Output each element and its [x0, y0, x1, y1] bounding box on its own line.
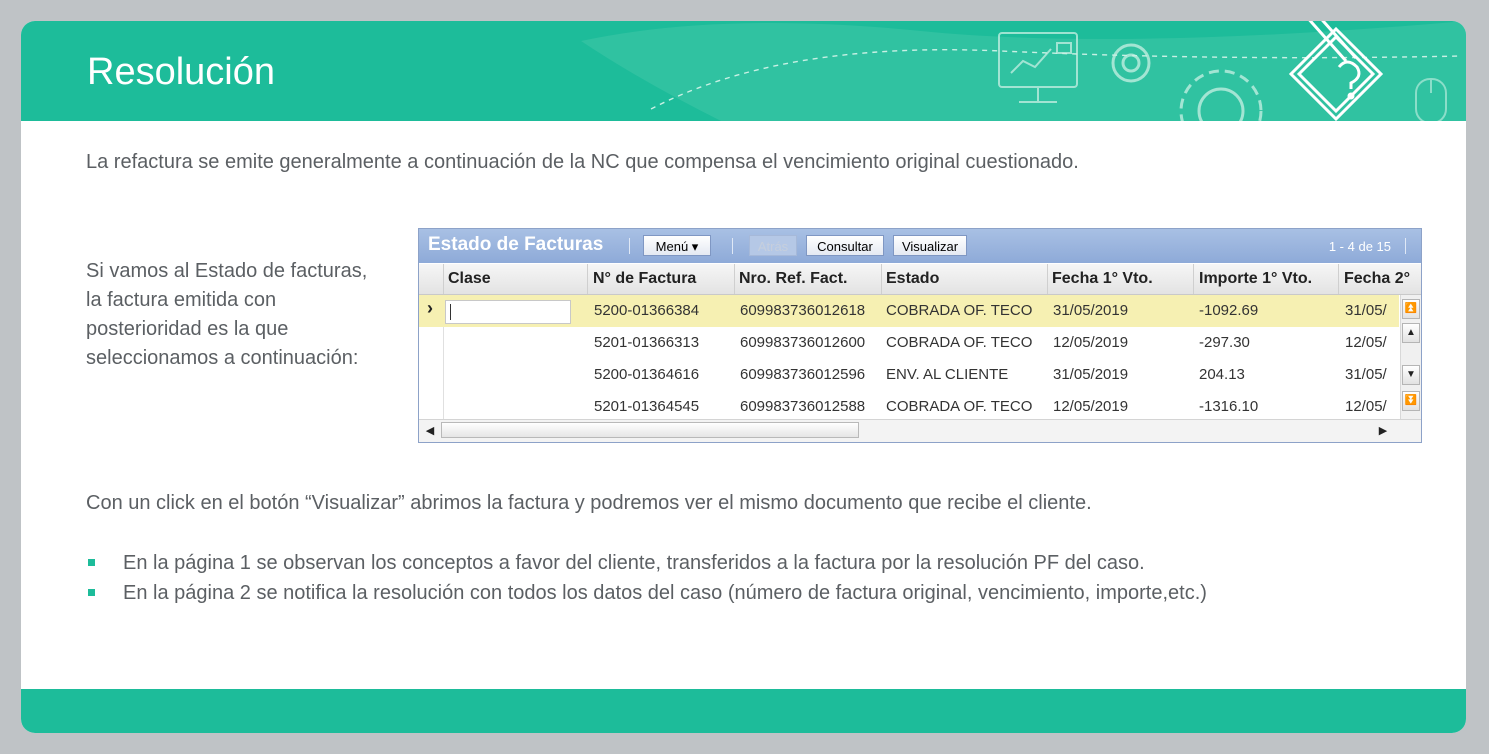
cell-importe1: -1316.10 [1199, 398, 1259, 415]
consultar-button[interactable]: Consultar [806, 235, 884, 256]
table-row[interactable]: 5200-01364616 609983736012596 ENV. AL CL… [419, 359, 1399, 391]
scroll-up-icon[interactable]: ▲ [1402, 323, 1420, 343]
column-separator [587, 264, 588, 294]
cell-factura: 5201-01364545 [594, 398, 700, 415]
slide-header: Resolución [21, 21, 1466, 121]
vertical-scrollbar[interactable]: ⏫ ▲ ▼ ⏬ [1400, 295, 1421, 419]
slide-title: Resolución [87, 51, 275, 93]
cell-estado: COBRADA OF. TECO [886, 302, 1033, 319]
cell-ref: 609983736012588 [740, 398, 866, 415]
visualizar-text: Con un click en el botón “Visualizar” ab… [86, 492, 1092, 514]
cell-fecha1: 31/05/2019 [1053, 366, 1129, 383]
column-separator [443, 264, 444, 294]
cell-ref: 609983736012618 [740, 302, 866, 319]
cell-fecha1: 12/05/2019 [1053, 398, 1129, 415]
back-button[interactable]: Atrás [749, 235, 797, 256]
cell-importe1: -1092.69 [1199, 302, 1259, 319]
scroll-left-icon[interactable]: ◀ [421, 422, 439, 440]
cell-fecha2: 12/05/ [1345, 334, 1387, 351]
cell-ref: 609983736012600 [740, 334, 866, 351]
visualizar-button[interactable]: Visualizar [893, 235, 967, 256]
scroll-down-icon[interactable]: ▼ [1402, 365, 1420, 385]
menu-button[interactable]: Menú ▾ [643, 235, 711, 256]
toolbar-separator [629, 238, 630, 254]
column-separator [734, 264, 735, 294]
grid-title: Estado de Facturas [428, 234, 604, 255]
facturas-grid-screenshot: Estado de Facturas Menú ▾ Atrás Consulta… [418, 228, 1422, 443]
horizontal-scrollbar[interactable]: ◀ ▶ [419, 419, 1421, 442]
selected-row-indicator: › [427, 298, 433, 318]
cell-fecha2: 12/05/ [1345, 398, 1387, 415]
intro-text: La refactura se emite generalmente a con… [86, 151, 1079, 173]
bullet-square-icon [88, 589, 95, 596]
cell-fecha2: 31/05/ [1345, 302, 1387, 319]
clase-edit-cell[interactable] [445, 300, 571, 324]
cell-estado: COBRADA OF. TECO [886, 334, 1033, 351]
cell-estado: ENV. AL CLIENTE [886, 366, 1009, 383]
cell-fecha2: 31/05/ [1345, 366, 1387, 383]
toolbar-separator [732, 238, 733, 254]
column-header-estado[interactable]: Estado [886, 270, 939, 288]
column-separator [881, 264, 882, 294]
slide-footer [21, 689, 1466, 733]
column-header-importe1[interactable]: Importe 1° Vto. [1199, 270, 1312, 288]
column-separator [1193, 264, 1194, 294]
cell-importe1: -297.30 [1199, 334, 1250, 351]
column-separator [1047, 264, 1048, 294]
bullet-item: En la página 2 se notifica la resolución… [86, 578, 1207, 608]
toolbar-separator [1405, 238, 1406, 254]
column-header-ref[interactable]: Nro. Ref. Fact. [739, 270, 847, 288]
column-header-fecha1[interactable]: Fecha 1° Vto. [1052, 270, 1153, 288]
pager-text: 1 - 4 de 15 [1328, 239, 1391, 254]
cell-factura: 5200-01366384 [594, 302, 700, 319]
bullet-item: En la página 1 se observan los conceptos… [86, 548, 1207, 578]
horizontal-scroll-thumb[interactable] [441, 422, 859, 438]
bullet-text: En la página 1 se observan los conceptos… [123, 552, 1145, 574]
column-header-fecha2[interactable]: Fecha 2° [1344, 270, 1410, 288]
slide: Resolución La refactura se emite general… [21, 21, 1466, 733]
column-separator [1338, 264, 1339, 294]
text-caret [450, 304, 451, 320]
grid-toolbar: Estado de Facturas Menú ▾ Atrás Consulta… [419, 229, 1421, 263]
grid-header-row: Clase N° de Factura Nro. Ref. Fact. Esta… [419, 264, 1421, 295]
bullet-list: En la página 1 se observan los conceptos… [86, 548, 1207, 608]
bullet-text: En la página 2 se notifica la resolución… [123, 582, 1207, 604]
scroll-right-icon[interactable]: ▶ [1374, 422, 1392, 440]
cell-fecha1: 31/05/2019 [1053, 302, 1129, 319]
column-header-factura[interactable]: N° de Factura [593, 270, 696, 288]
bullet-square-icon [88, 559, 95, 566]
cell-ref: 609983736012596 [740, 366, 866, 383]
scroll-bottom-icon[interactable]: ⏬ [1402, 391, 1420, 411]
cell-factura: 5201-01366313 [594, 334, 700, 351]
table-row[interactable]: 5201-01364545 609983736012588 COBRADA OF… [419, 391, 1399, 419]
cell-fecha1: 12/05/2019 [1053, 334, 1129, 351]
cell-importe1: 204.13 [1199, 366, 1245, 383]
side-text: Si vamos al Estado de facturas, la factu… [86, 260, 368, 369]
table-row[interactable]: 5201-01366313 609983736012600 COBRADA OF… [419, 327, 1399, 359]
cell-factura: 5200-01364616 [594, 366, 700, 383]
scroll-top-icon[interactable]: ⏫ [1402, 299, 1420, 319]
cell-estado: COBRADA OF. TECO [886, 398, 1033, 415]
column-header-clase[interactable]: Clase [448, 270, 491, 288]
